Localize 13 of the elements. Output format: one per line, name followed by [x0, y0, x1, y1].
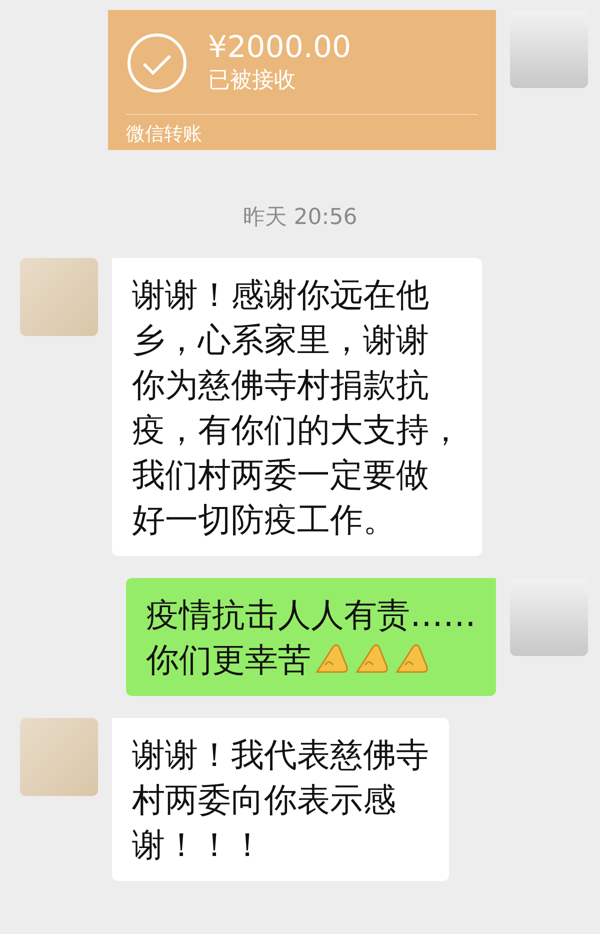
avatar[interactable]	[20, 258, 98, 336]
avatar[interactable]	[510, 578, 588, 656]
transfer-amount: ¥2000.00	[208, 30, 352, 66]
avatar[interactable]	[20, 718, 98, 796]
avatar[interactable]	[510, 10, 588, 88]
check-circle-icon	[126, 32, 188, 94]
message-bubble: 疫情抗击人人有责…… 你们更幸苦	[126, 578, 496, 696]
transfer-label: 微信转账	[126, 114, 478, 147]
message-bubble: 谢谢！我代表慈佛寺 村两委向你表示感 谢！！！	[112, 718, 449, 881]
message-bubble: 谢谢！感谢你远在他 乡，心系家里，谢谢 你为慈佛寺村捐款抗 疫，有你们的大支持， 我们村两委一定要做 好一切防疫工作。	[112, 258, 482, 556]
transfer-card[interactable]: ¥2000.00 已被接收 微信转账	[108, 10, 496, 150]
timestamp: 昨天 20:56	[242, 204, 358, 232]
transfer-status: 已被接收	[208, 67, 297, 95]
